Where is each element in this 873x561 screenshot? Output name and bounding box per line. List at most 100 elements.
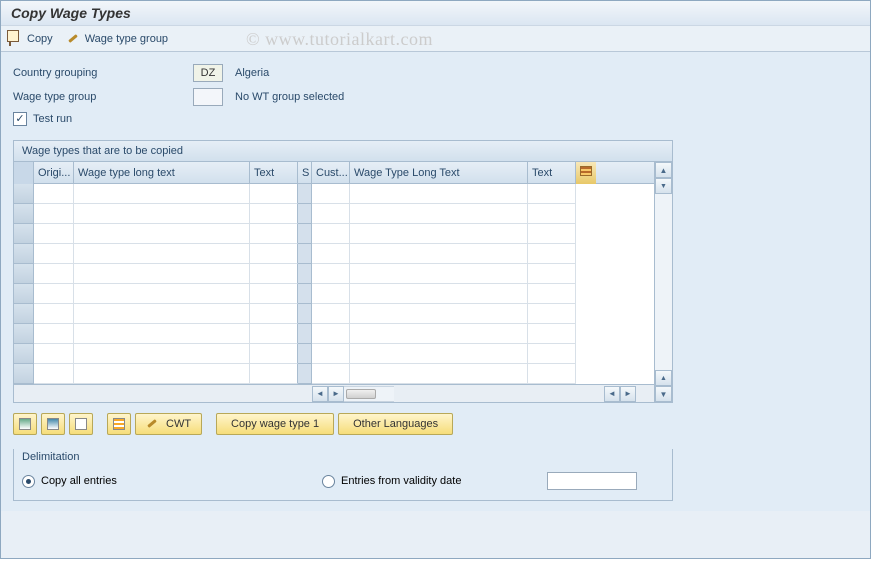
- cell-text[interactable]: [250, 264, 298, 284]
- cell-s[interactable]: [298, 244, 312, 264]
- cell-s[interactable]: [298, 224, 312, 244]
- cell-origi[interactable]: [34, 264, 74, 284]
- table-row[interactable]: [14, 264, 654, 284]
- row-selector[interactable]: [14, 344, 34, 364]
- cell-text[interactable]: [250, 304, 298, 324]
- cell-text[interactable]: [250, 364, 298, 384]
- cell-s[interactable]: [298, 264, 312, 284]
- cell-text[interactable]: [250, 184, 298, 204]
- cell-wt-long-text-2[interactable]: [350, 264, 528, 284]
- cell-origi[interactable]: [34, 184, 74, 204]
- vscroll-page-down-button[interactable]: ▲: [655, 370, 672, 386]
- row-selector[interactable]: [14, 184, 34, 204]
- table-row[interactable]: [14, 344, 654, 364]
- cell-wt-long-text-2[interactable]: [350, 304, 528, 324]
- cell-text[interactable]: [250, 284, 298, 304]
- cell-wt-long-text[interactable]: [74, 264, 250, 284]
- table-row[interactable]: [14, 244, 654, 264]
- hscroll-right-button-2[interactable]: ►: [620, 386, 636, 402]
- vscroll-page-up-button[interactable]: ▼: [655, 178, 672, 194]
- cell-cust[interactable]: [312, 284, 350, 304]
- cell-wt-long-text-2[interactable]: [350, 364, 528, 384]
- cell-origi[interactable]: [34, 244, 74, 264]
- column-wt-long-text[interactable]: Wage type long text: [74, 162, 250, 184]
- table-row[interactable]: [14, 184, 654, 204]
- cell-wt-long-text-2[interactable]: [350, 344, 528, 364]
- icon-button-4[interactable]: [107, 413, 131, 435]
- cell-text-2[interactable]: [528, 224, 576, 244]
- cell-s[interactable]: [298, 344, 312, 364]
- cell-wt-long-text-2[interactable]: [350, 204, 528, 224]
- cell-wt-long-text-2[interactable]: [350, 184, 528, 204]
- cell-text-2[interactable]: [528, 184, 576, 204]
- table-row[interactable]: [14, 204, 654, 224]
- country-grouping-input[interactable]: [193, 64, 223, 82]
- cell-cust[interactable]: [312, 244, 350, 264]
- cell-cust[interactable]: [312, 324, 350, 344]
- cwt-button[interactable]: CWT: [135, 413, 202, 435]
- vscroll-down-button[interactable]: ▼: [655, 386, 672, 402]
- cell-cust[interactable]: [312, 304, 350, 324]
- vscroll-track[interactable]: [655, 194, 672, 370]
- other-languages-button[interactable]: Other Languages: [338, 413, 453, 435]
- hscroll-left-button-2[interactable]: ◄: [604, 386, 620, 402]
- validity-date-input[interactable]: [547, 472, 637, 490]
- cell-text[interactable]: [250, 244, 298, 264]
- cell-wt-long-text[interactable]: [74, 364, 250, 384]
- cell-text-2[interactable]: [528, 244, 576, 264]
- cell-origi[interactable]: [34, 284, 74, 304]
- icon-button-1[interactable]: [13, 413, 37, 435]
- column-text[interactable]: Text: [250, 162, 298, 184]
- cell-wt-long-text[interactable]: [74, 344, 250, 364]
- hscroll-thumb[interactable]: [346, 389, 376, 399]
- cell-cust[interactable]: [312, 364, 350, 384]
- column-config[interactable]: [576, 162, 596, 184]
- cell-origi[interactable]: [34, 304, 74, 324]
- cell-wt-long-text[interactable]: [74, 224, 250, 244]
- cell-wt-long-text[interactable]: [74, 184, 250, 204]
- table-row[interactable]: [14, 284, 654, 304]
- table-row[interactable]: [14, 324, 654, 344]
- row-selector[interactable]: [14, 304, 34, 324]
- cell-wt-long-text[interactable]: [74, 244, 250, 264]
- cell-text[interactable]: [250, 324, 298, 344]
- column-s[interactable]: S: [298, 162, 312, 184]
- cell-s[interactable]: [298, 364, 312, 384]
- cell-wt-long-text[interactable]: [74, 284, 250, 304]
- cell-s[interactable]: [298, 204, 312, 224]
- cell-text-2[interactable]: [528, 304, 576, 324]
- icon-button-2[interactable]: [41, 413, 65, 435]
- cell-wt-long-text-2[interactable]: [350, 244, 528, 264]
- row-selector[interactable]: [14, 264, 34, 284]
- row-selector[interactable]: [14, 284, 34, 304]
- cell-wt-long-text[interactable]: [74, 304, 250, 324]
- cell-wt-long-text-2[interactable]: [350, 224, 528, 244]
- hscroll-right-button[interactable]: ►: [328, 386, 344, 402]
- hscroll-left-track[interactable]: [344, 386, 394, 402]
- cell-s[interactable]: [298, 284, 312, 304]
- row-selector[interactable]: [14, 204, 34, 224]
- entries-from-radio[interactable]: [322, 475, 335, 488]
- row-selector[interactable]: [14, 364, 34, 384]
- copy-all-radio[interactable]: [22, 475, 35, 488]
- hscroll-left-button[interactable]: ◄: [312, 386, 328, 402]
- table-row[interactable]: [14, 364, 654, 384]
- cell-wt-long-text-2[interactable]: [350, 284, 528, 304]
- cell-origi[interactable]: [34, 224, 74, 244]
- cell-origi[interactable]: [34, 204, 74, 224]
- wage-type-group-input[interactable]: [193, 88, 223, 106]
- cell-s[interactable]: [298, 324, 312, 344]
- row-selector[interactable]: [14, 244, 34, 264]
- table-row[interactable]: [14, 224, 654, 244]
- cell-s[interactable]: [298, 304, 312, 324]
- cell-cust[interactable]: [312, 344, 350, 364]
- column-wt-long-text-2[interactable]: Wage Type Long Text: [350, 162, 528, 184]
- cell-origi[interactable]: [34, 324, 74, 344]
- cell-text-2[interactable]: [528, 324, 576, 344]
- cell-wt-long-text-2[interactable]: [350, 324, 528, 344]
- row-selector[interactable]: [14, 224, 34, 244]
- vscroll-up-button[interactable]: ▲: [655, 162, 672, 178]
- column-selector[interactable]: [14, 162, 34, 184]
- cell-text-2[interactable]: [528, 344, 576, 364]
- cell-cust[interactable]: [312, 264, 350, 284]
